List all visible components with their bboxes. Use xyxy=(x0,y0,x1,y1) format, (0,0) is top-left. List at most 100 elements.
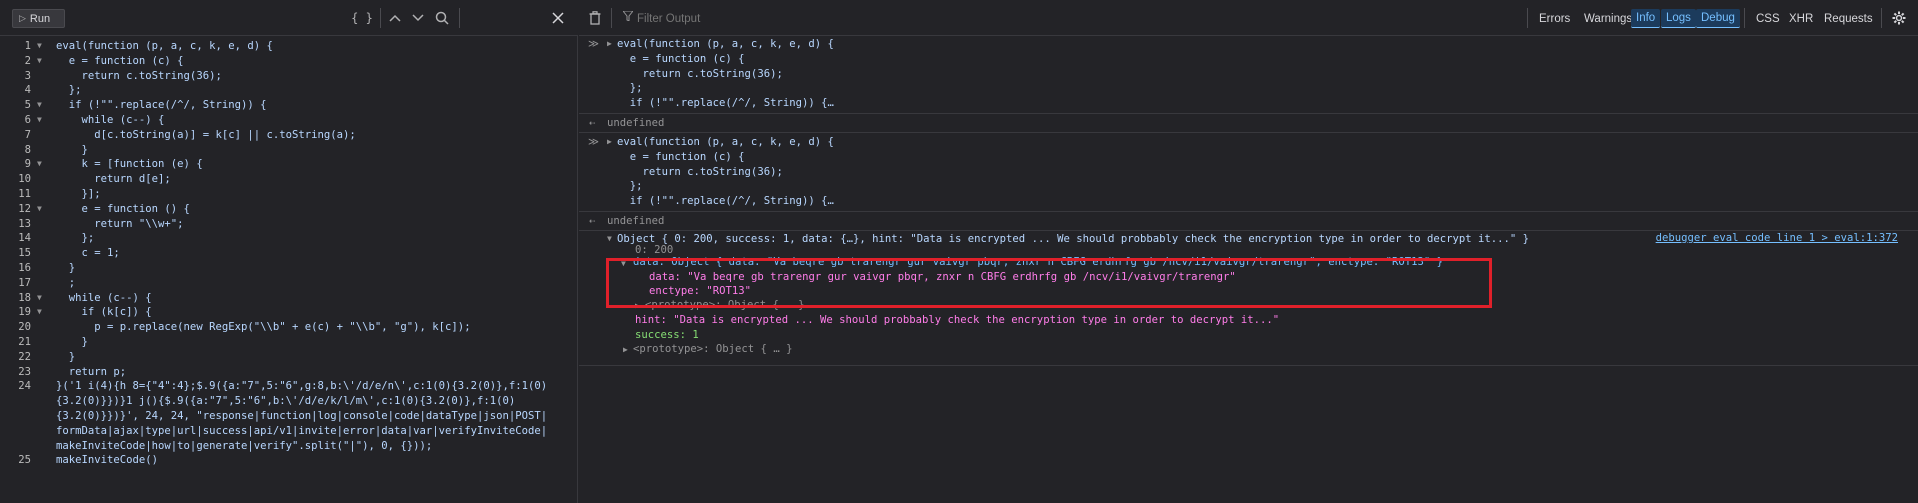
play-icon: ▷ xyxy=(19,13,26,23)
toolbar-divider xyxy=(1744,8,1745,28)
fold-toggle-icon[interactable]: ▼ xyxy=(37,157,45,172)
code-line: return c.toString(36); xyxy=(617,165,783,178)
code-line: e = function (c) { xyxy=(617,150,745,163)
input-prompt-icon: ≫ xyxy=(588,38,600,50)
fold-toggle-icon[interactable]: ▼ xyxy=(37,113,45,128)
editor-line: formData|ajax|type|url|success|api/v1|in… xyxy=(0,424,577,439)
code-text: if (!"".replace(/^/, String)) { xyxy=(56,99,267,112)
editor-line: 21 } xyxy=(0,335,577,350)
code-text: e = function (c) { xyxy=(56,54,184,67)
editor-line: 24}('1 i(4){h 8={"4":4};$.9({a:"7",5:"6"… xyxy=(0,379,577,394)
highlight-annotation xyxy=(606,258,1492,308)
source-location-link[interactable]: debugger eval code line 1 > eval:1:372 xyxy=(1656,232,1898,244)
editor-line: {3.2(0)}})}1 j(){$.9({a:"7",5:"6",b:\'/d… xyxy=(0,394,577,409)
line-number: 23 xyxy=(18,365,31,378)
line-number: 7 xyxy=(24,128,31,141)
code-text: while (c--) { xyxy=(56,114,165,126)
editor-line: 9 ▼ k = [function (e) { xyxy=(0,157,577,172)
fold-toggle-icon[interactable]: ▼ xyxy=(37,98,45,113)
message-divider xyxy=(579,132,1918,133)
editor-line: 17 ; xyxy=(0,276,577,291)
line-number: 2 xyxy=(24,54,31,67)
line-number: 8 xyxy=(24,143,31,156)
filter-xhr-button[interactable]: XHR xyxy=(1784,9,1818,28)
line-number: 12 xyxy=(18,202,31,215)
line-number: 15 xyxy=(18,247,31,260)
code-text: makeInviteCode|how|to|generate|verify".s… xyxy=(56,439,433,452)
chevron-up-icon[interactable] xyxy=(385,8,405,28)
code-line: if (!"".replace(/^/, String)) {… xyxy=(617,97,834,110)
code-text: {3.2(0)}})}', 24, 24, "response|function… xyxy=(56,410,548,422)
code-text: } xyxy=(56,336,88,348)
toolbar-divider xyxy=(1881,8,1882,28)
filter-debug-button[interactable]: Debug xyxy=(1696,9,1740,28)
input-prompt-icon: ≫ xyxy=(588,136,600,148)
code-text: }; xyxy=(56,232,95,245)
fold-toggle-icon[interactable]: ▼ xyxy=(37,305,45,320)
code-text: } xyxy=(56,143,88,156)
code-text: c = 1; xyxy=(56,247,120,260)
filter-warnings-button[interactable]: Warnings xyxy=(1579,9,1637,28)
editor-line: 10 return d[e]; xyxy=(0,172,577,187)
hint-prop: hint: "Data is encrypted ... We should p… xyxy=(635,314,1280,326)
result-value: undefined xyxy=(607,117,665,129)
line-number: 11 xyxy=(18,188,31,200)
expand-icon[interactable]: ▶ xyxy=(607,135,612,150)
filter-output-input[interactable] xyxy=(619,9,1019,28)
code-text: {3.2(0)}})}1 j(){$.9({a:"7",5:"6",b:\'/d… xyxy=(56,395,516,408)
run-label: Run xyxy=(29,12,51,25)
code-editor[interactable]: 1 ▼ eval(function (p, a, c, k, e, d) {2 ▼ e… xyxy=(0,37,577,503)
message-divider xyxy=(579,113,1918,114)
line-number: 9 xyxy=(24,158,31,171)
line-number: 6 xyxy=(24,114,31,126)
editor-line: 25 makeInviteCode() xyxy=(0,453,577,468)
code-text: makeInviteCode() xyxy=(56,454,159,467)
editor-line: 13 return "\\w+"; xyxy=(0,217,577,232)
result-value: undefined xyxy=(607,215,665,227)
code-line: e = function (c) { xyxy=(617,52,745,65)
editor-line: 18 ▼ while (c--) { xyxy=(0,291,577,306)
result-arrow-icon: ⇠ xyxy=(589,117,596,129)
code-text: }; xyxy=(56,84,82,97)
expand-icon[interactable]: ▶ xyxy=(623,343,628,358)
fold-toggle-icon[interactable]: ▼ xyxy=(37,202,45,217)
code-text: e = function () { xyxy=(56,202,190,215)
filter-info-button[interactable]: Info xyxy=(1631,9,1661,28)
filter-logs-button[interactable]: Logs xyxy=(1661,9,1696,28)
pretty-print-button[interactable]: { } xyxy=(350,8,374,28)
gear-icon[interactable] xyxy=(1889,8,1909,28)
code-line: eval(function (p, a, c, k, e, d) { xyxy=(617,136,834,148)
toolbar-divider xyxy=(459,8,460,28)
expand-icon[interactable]: ▶ xyxy=(607,37,612,52)
search-icon[interactable] xyxy=(432,8,452,28)
editor-line: 11 }]; xyxy=(0,187,577,202)
console-result-message: ⇠ undefined xyxy=(579,116,1918,131)
line-number: 13 xyxy=(18,217,31,230)
code-text: return p; xyxy=(56,365,127,378)
close-icon[interactable] xyxy=(548,8,568,28)
code-line: }; xyxy=(617,180,643,193)
line-number: 5 xyxy=(24,99,31,112)
result-arrow-icon: ⇠ xyxy=(589,215,596,227)
editor-line: 14 }; xyxy=(0,231,577,246)
fold-toggle-icon[interactable]: ▼ xyxy=(37,39,45,54)
filter-errors-button[interactable]: Errors xyxy=(1534,9,1575,28)
fold-toggle-icon[interactable]: ▼ xyxy=(37,291,45,306)
filter-css-button[interactable]: CSS xyxy=(1751,9,1785,28)
object-summary[interactable]: Object { 0: 200, success: 1, data: {…}, … xyxy=(617,232,1529,247)
fold-toggle-icon[interactable]: ▼ xyxy=(37,54,45,69)
trash-icon[interactable] xyxy=(585,8,605,28)
line-number: 21 xyxy=(18,336,31,348)
line-number: 17 xyxy=(18,276,31,289)
filter-requests-button[interactable]: Requests xyxy=(1819,9,1878,28)
line-number: 24 xyxy=(18,380,31,393)
console-result-message: ⇠ undefined xyxy=(579,214,1918,229)
editor-line: 1 ▼ eval(function (p, a, c, k, e, d) { xyxy=(0,39,577,54)
object-prototype[interactable]: <prototype>: Object { … } xyxy=(633,342,792,357)
collapse-icon[interactable]: ▼ xyxy=(607,232,612,247)
code-text: return d[e]; xyxy=(56,173,171,186)
chevron-down-icon[interactable] xyxy=(408,8,428,28)
run-button[interactable]: ▷ Run xyxy=(12,9,65,28)
toolbar-divider xyxy=(611,8,612,28)
editor-line: 8 } xyxy=(0,143,577,158)
